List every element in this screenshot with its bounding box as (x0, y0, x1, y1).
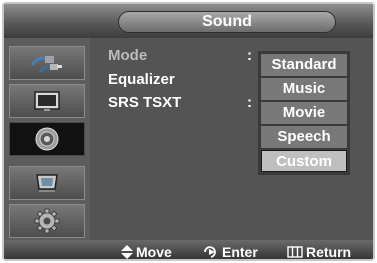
menu-content: Mode : Equalizer SRS TSXT : Standard Mus… (90, 38, 373, 240)
header-bar: Sound (4, 4, 373, 38)
mode-option-music[interactable]: Music (261, 78, 347, 100)
help-enter: Enter (203, 244, 258, 260)
sidebar-item-channel[interactable] (9, 166, 85, 200)
channel-icon (36, 174, 58, 192)
menu-title: Sound (118, 11, 336, 33)
input-plug-icon (30, 56, 62, 73)
return-icon (287, 246, 303, 258)
sidebar-item-picture[interactable] (9, 84, 85, 118)
srs-tsxt-label[interactable]: SRS TSXT (108, 94, 181, 111)
mode-label[interactable]: Mode (108, 47, 147, 64)
help-return-label: Return (306, 244, 352, 260)
mode-option-custom[interactable]: Custom (261, 150, 347, 172)
picture-icon (34, 91, 60, 111)
help-return: Return (287, 244, 352, 260)
mode-option-standard[interactable]: Standard (261, 54, 347, 76)
help-bar: Move Enter Return (4, 240, 373, 260)
sidebar-item-setup[interactable] (9, 204, 85, 238)
mode-option-movie[interactable]: Movie (261, 102, 347, 124)
equalizer-label[interactable]: Equalizer (108, 71, 175, 88)
help-enter-label: Enter (222, 244, 258, 260)
help-move: Move (121, 244, 172, 260)
mode-option-speech[interactable]: Speech (261, 126, 347, 148)
mode-colon: : (247, 47, 252, 64)
speaker-icon (35, 127, 59, 151)
move-updown-icon (121, 245, 133, 259)
enter-icon (204, 246, 216, 258)
mode-dropdown: Standard Music Movie Speech Custom (258, 51, 350, 175)
help-move-label: Move (136, 244, 172, 260)
sidebar-item-sound[interactable] (9, 122, 85, 156)
category-sidebar (4, 38, 90, 240)
setup-gear-icon (34, 208, 60, 234)
sidebar-item-input[interactable] (9, 46, 85, 80)
sound-menu-window: Sound Mode: Equalizer SRS TSXT: Standa… (2, 2, 375, 261)
srs-tsxt-colon: : (247, 94, 252, 111)
